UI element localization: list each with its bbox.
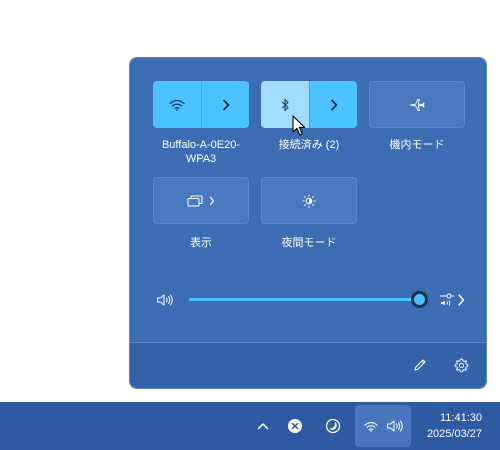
wifi-networks-button[interactable]	[201, 81, 249, 128]
wifi-tile-label: Buffalo-A-0E20- WPA3	[143, 138, 259, 166]
night-light-tile[interactable]	[261, 177, 357, 224]
edit-pencil-icon	[414, 359, 426, 371]
project-display-icon	[187, 195, 203, 206]
bluetooth-tile	[261, 81, 357, 128]
settings-button[interactable]	[451, 355, 471, 375]
wifi-toggle-button[interactable]	[153, 81, 201, 128]
audio-output-button[interactable]	[438, 290, 468, 310]
bluetooth-icon	[281, 98, 289, 111]
flyout-footer	[130, 342, 486, 388]
night-light-label: 夜間モード	[281, 237, 337, 249]
wifi-label-line1: Buffalo-A-0E20-	[161, 139, 241, 151]
mouse-cursor	[292, 115, 306, 137]
tray-app-moon-button[interactable]	[323, 416, 343, 436]
clock-time: 11:41:30	[439, 412, 482, 424]
tray-app-close-button[interactable]	[285, 416, 305, 436]
moon-icon	[325, 418, 341, 434]
volume-slider-track[interactable]	[189, 298, 420, 301]
display-project-tile[interactable]	[153, 177, 249, 224]
close-circle-icon	[288, 419, 302, 433]
wifi-icon	[364, 421, 378, 432]
speaker-mute-button[interactable]	[155, 291, 175, 309]
edit-quick-settings-button[interactable]	[410, 355, 430, 375]
wifi-tile	[153, 81, 249, 128]
show-hidden-icons-button[interactable]	[253, 416, 273, 436]
audio-output-icon	[440, 293, 465, 306]
airplane-mode-tile[interactable]	[369, 81, 465, 128]
settings-gear-icon	[454, 358, 468, 372]
volume-slider-thumb[interactable]	[411, 291, 428, 308]
bluetooth-tile-label: 接続済み (2)	[278, 139, 340, 151]
display-label: 表示	[190, 237, 212, 249]
chevron-right-icon	[222, 99, 229, 110]
night-light-icon	[302, 193, 316, 208]
airplane-mode-label: 機内モード	[389, 139, 445, 151]
bluetooth-devices-button[interactable]	[309, 81, 357, 128]
airplane-icon	[410, 98, 425, 111]
wifi-icon	[169, 99, 185, 111]
chevron-right-icon	[209, 196, 215, 205]
wifi-label-line2: WPA3	[185, 153, 217, 165]
cursor-icon	[292, 115, 306, 136]
clock-button[interactable]: 11:41:30 2025/03/27	[400, 406, 486, 446]
tray-wifi	[363, 418, 379, 434]
clock-date: 2025/03/27	[426, 428, 482, 440]
chevron-up-icon	[257, 423, 269, 430]
chevron-right-icon	[330, 99, 337, 110]
speaker-icon	[157, 294, 173, 306]
